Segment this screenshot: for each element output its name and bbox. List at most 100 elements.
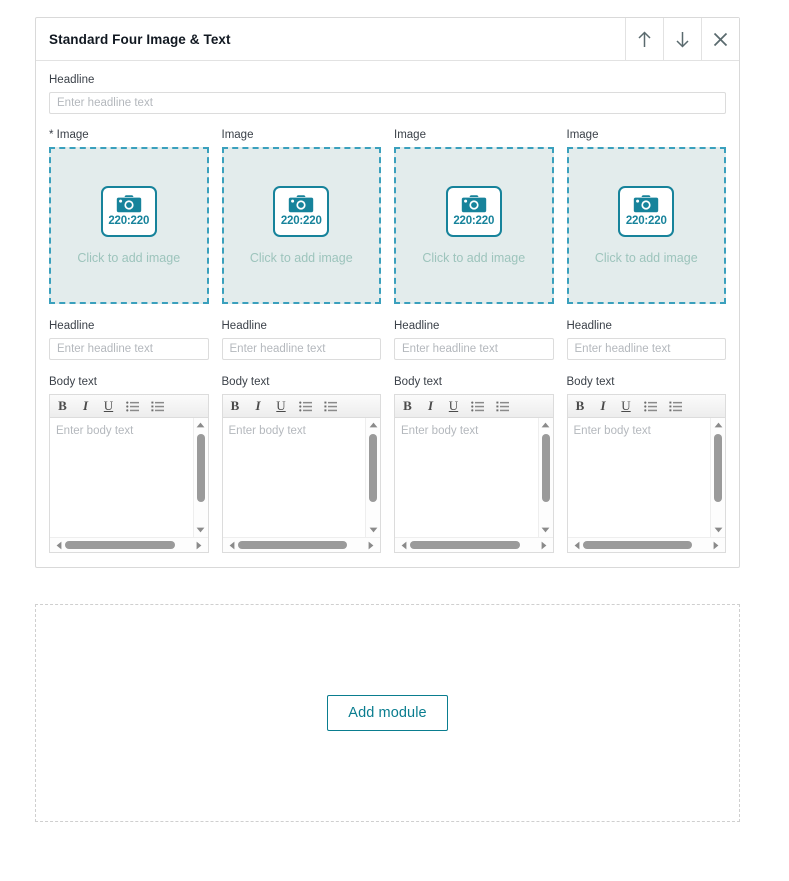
scroll-right-icon[interactable] (538, 541, 550, 550)
vertical-scrollbar-2[interactable] (365, 418, 380, 537)
numbered-list-icon[interactable] (668, 398, 682, 414)
camera-badge-2: 220:220 (273, 185, 330, 237)
horizontal-scroll-thumb-2[interactable] (237, 541, 348, 549)
bold-icon[interactable]: B (402, 398, 413, 414)
scroll-left-icon[interactable] (398, 541, 410, 550)
image-dropzone-2[interactable]: 220:220 Click to add image (221, 147, 381, 304)
horizontal-scrollbar-1[interactable] (50, 537, 208, 552)
column-headline-input-2[interactable] (221, 338, 381, 360)
scroll-left-icon[interactable] (53, 541, 65, 550)
image-field-2: Image 220:220 Click to add image (221, 128, 381, 304)
scroll-left-icon[interactable] (571, 541, 583, 550)
scroll-right-icon[interactable] (710, 541, 722, 550)
body-text-area-4[interactable]: Enter body text (567, 418, 725, 552)
horizontal-scroll-track-4[interactable] (582, 541, 711, 549)
camera-icon (116, 195, 142, 214)
rich-text-editor-2: B I U Enter body text (221, 394, 381, 553)
image-field-3: Image 220:220 Click to add image (394, 128, 554, 304)
horizontal-scroll-thumb-3[interactable] (410, 541, 520, 549)
scroll-down-icon[interactable] (196, 523, 205, 537)
column-headline-label-1: Headline (49, 320, 95, 332)
add-module-button[interactable]: Add module (327, 695, 448, 731)
body-text-placeholder-4: Enter body text (573, 425, 651, 437)
main-headline-input[interactable] (49, 92, 726, 114)
column-headline-input-3[interactable] (394, 338, 554, 360)
bulleted-list-icon[interactable] (298, 398, 312, 414)
horizontal-scrollbar-3[interactable] (395, 537, 553, 552)
scroll-right-icon[interactable] (365, 541, 377, 550)
column-headline-label-4: Headline (566, 320, 612, 332)
rich-text-editor-3: B I U Enter body text (394, 394, 554, 553)
image-dropzone-3[interactable]: 220:220 Click to add image (394, 147, 554, 304)
remove-module-button[interactable] (701, 18, 739, 60)
vertical-scroll-thumb-1[interactable] (196, 434, 205, 502)
bulleted-list-icon[interactable] (643, 398, 657, 414)
image-ratio-3: 220:220 (453, 215, 495, 227)
image-ratio-1: 220:220 (108, 215, 150, 227)
module-card: Standard Four Image & Text Headline Ente… (35, 17, 740, 568)
add-module-panel: Add module (35, 604, 740, 822)
underline-icon[interactable]: U (103, 398, 114, 414)
vertical-scrollbar-3[interactable] (537, 418, 553, 537)
scroll-down-icon[interactable] (369, 523, 378, 537)
horizontal-scrollbar-2[interactable] (222, 537, 380, 552)
image-ratio-4: 220:220 (625, 215, 667, 227)
bulleted-list-icon[interactable] (471, 398, 484, 414)
vertical-scrollbar-1[interactable] (192, 418, 208, 537)
horizontal-scroll-thumb-1[interactable] (65, 541, 175, 549)
horizontal-scrollbar-4[interactable] (567, 537, 725, 552)
scroll-down-icon[interactable] (541, 523, 550, 537)
numbered-list-icon[interactable] (151, 398, 164, 414)
numbered-list-icon[interactable] (323, 398, 337, 414)
italic-icon[interactable]: I (253, 398, 264, 414)
scroll-right-icon[interactable] (193, 541, 205, 550)
column-headline-label-2: Headline (221, 320, 267, 332)
move-module-down-button[interactable] (663, 18, 701, 60)
column-headline-field-2: Headline (221, 319, 381, 360)
bold-icon[interactable]: B (230, 398, 241, 414)
scroll-up-icon[interactable] (369, 418, 378, 432)
italic-icon[interactable]: I (425, 398, 436, 414)
body-text-area-3[interactable]: Enter body text (395, 418, 553, 552)
vertical-scroll-thumb-4[interactable] (714, 434, 722, 502)
main-headline-field: Headline (49, 73, 726, 114)
numbered-list-icon[interactable] (496, 398, 509, 414)
body-text-area-1[interactable]: Enter body text (50, 418, 208, 552)
body-text-area-2[interactable]: Enter body text (222, 418, 380, 552)
bulleted-list-icon[interactable] (126, 398, 139, 414)
image-cta-4: Click to add image (594, 250, 698, 265)
vertical-scroll-thumb-3[interactable] (541, 434, 550, 502)
image-dropzone-4[interactable]: 220:220 Click to add image (566, 147, 726, 304)
bold-icon[interactable]: B (575, 398, 586, 414)
body-text-field-4: Body text B I U Enter body text (566, 375, 726, 553)
image-field-4: Image 220:220 Click to add image (566, 128, 726, 304)
column-headline-input-1[interactable] (49, 338, 209, 360)
italic-icon[interactable]: I (598, 398, 609, 414)
vertical-scrollbar-4[interactable] (710, 418, 725, 537)
module-header: Standard Four Image & Text (36, 18, 739, 61)
horizontal-scroll-track-1[interactable] (65, 541, 193, 549)
italic-icon[interactable]: I (80, 398, 91, 414)
move-module-up-button[interactable] (625, 18, 663, 60)
underline-icon[interactable]: U (448, 398, 459, 414)
scroll-down-icon[interactable] (714, 523, 723, 537)
close-icon (711, 30, 730, 49)
scroll-up-icon[interactable] (541, 418, 550, 432)
vertical-scroll-thumb-2[interactable] (369, 434, 377, 502)
horizontal-scroll-track-3[interactable] (410, 541, 538, 549)
image-label-2: Image (221, 129, 254, 141)
underline-icon[interactable]: U (276, 398, 287, 414)
scroll-left-icon[interactable] (226, 541, 238, 550)
bold-icon[interactable]: B (57, 398, 68, 414)
camera-icon (461, 195, 487, 214)
image-dropzone-1[interactable]: 220:220 Click to add image (49, 147, 209, 304)
scroll-up-icon[interactable] (714, 418, 723, 432)
horizontal-scroll-thumb-4[interactable] (582, 541, 693, 549)
scroll-up-icon[interactable] (196, 418, 205, 432)
underline-icon[interactable]: U (621, 398, 632, 414)
editor-toolbar-2: B I U (222, 395, 380, 418)
column-headline-input-4[interactable] (566, 338, 726, 360)
image-label-3: Image (394, 129, 426, 141)
column-headline-field-4: Headline (566, 319, 726, 360)
horizontal-scroll-track-2[interactable] (237, 541, 366, 549)
